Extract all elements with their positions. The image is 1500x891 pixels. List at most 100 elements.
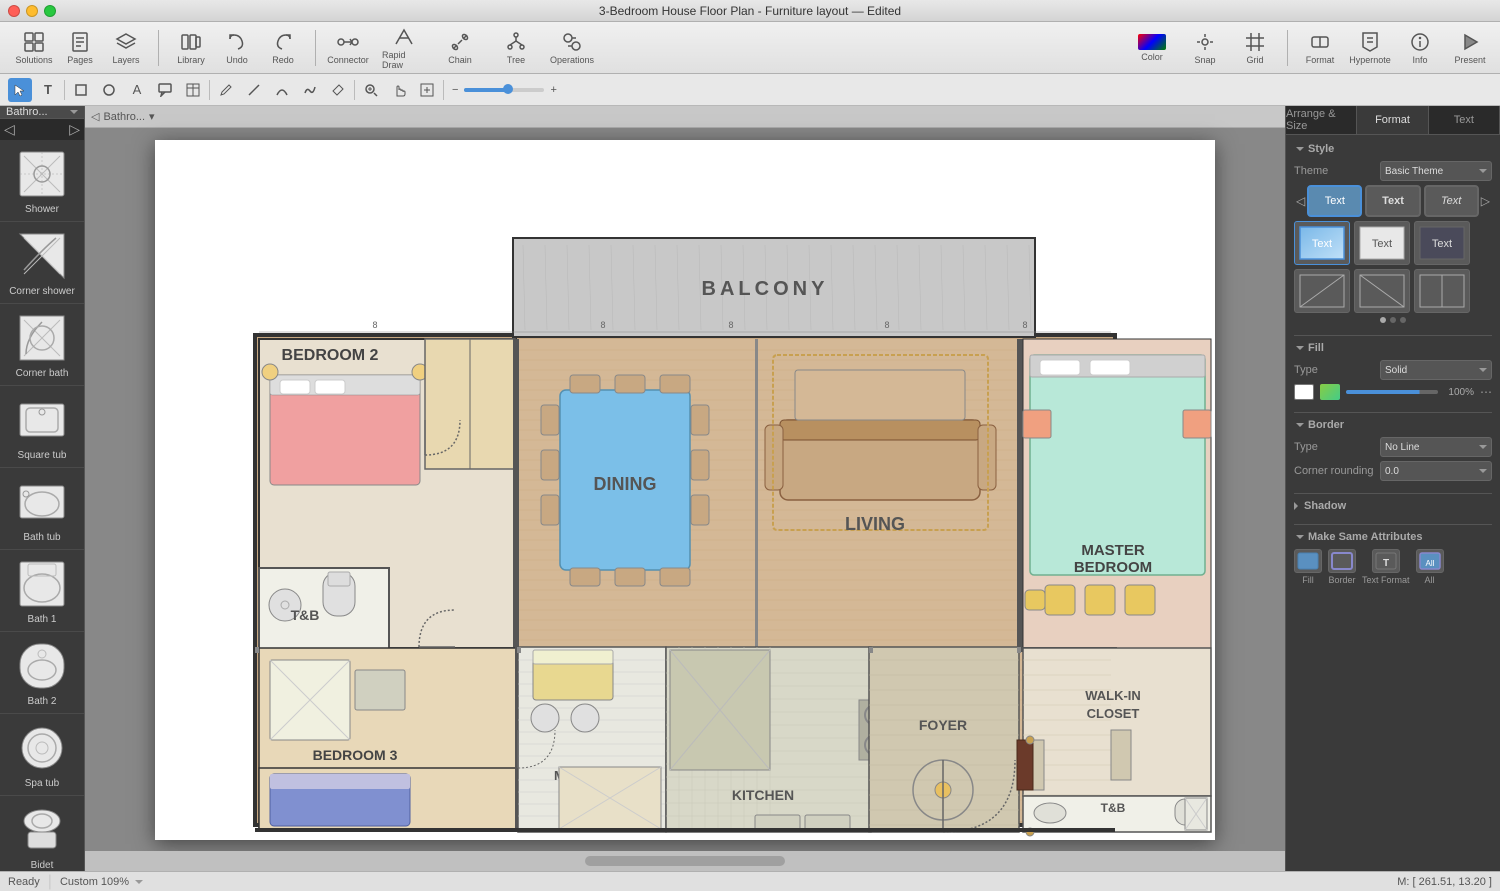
h-scrollbar[interactable] (85, 851, 1285, 871)
make-same-border-btn[interactable]: Border (1328, 549, 1356, 585)
style-btn-regular[interactable]: Text (1307, 185, 1362, 217)
sidebar-item-spa-tub[interactable]: Spa tub (0, 714, 84, 796)
make-same-all-btn[interactable]: All All (1416, 549, 1444, 585)
fill-expand-icon[interactable]: ⋯ (1480, 385, 1492, 399)
h-scroll-thumb[interactable] (585, 856, 785, 866)
make-same-fill-btn[interactable]: Fill (1294, 549, 1322, 585)
sidebar-prev-icon[interactable]: ◁ (4, 121, 15, 138)
svg-text:8: 8 (372, 320, 377, 330)
grid-label: Grid (1246, 55, 1263, 65)
thumb-btn-4[interactable] (1294, 269, 1350, 313)
fill-color-swatch[interactable] (1294, 384, 1314, 400)
tool-arc[interactable] (270, 78, 294, 102)
undo-btn[interactable]: Undo (215, 26, 259, 70)
tool-hand[interactable] (387, 78, 411, 102)
tab-format[interactable]: Format (1357, 106, 1428, 134)
thumb-btn-1[interactable]: Text (1294, 221, 1350, 265)
zoom-selector[interactable]: Custom 109% (60, 876, 143, 888)
solutions-btn[interactable]: Solutions (12, 26, 56, 70)
border-type-select[interactable]: No Line (1380, 437, 1492, 457)
zoom-controls: − + (452, 84, 557, 96)
sidebar-item-shower[interactable]: Shower (0, 140, 84, 222)
thumb-btn-2[interactable]: Text (1354, 221, 1410, 265)
make-same-header: Make Same Attributes (1294, 531, 1492, 543)
operations-btn[interactable]: Operations (550, 26, 594, 70)
sidebar-item-corner-bath[interactable]: Corner bath (0, 304, 84, 386)
maximize-btn[interactable] (44, 5, 56, 17)
redo-btn[interactable]: Redo (261, 26, 305, 70)
tree-btn[interactable]: Tree (494, 26, 538, 70)
tree-label: Tree (507, 55, 525, 65)
connector-btn[interactable]: Connector (326, 26, 370, 70)
zoom-plus[interactable]: + (550, 84, 556, 96)
style-next-icon[interactable]: ▷ (1479, 194, 1492, 208)
style-btn-italic[interactable]: Text (1424, 185, 1479, 217)
snap-btn[interactable]: Snap (1183, 26, 1227, 70)
tool-text[interactable]: T (36, 78, 60, 102)
tool-eraser[interactable] (326, 78, 350, 102)
window-controls[interactable] (8, 5, 56, 17)
tool-text2[interactable]: A (125, 78, 149, 102)
tool-pen[interactable] (214, 78, 238, 102)
sidebar-header[interactable]: Bathro... (0, 106, 84, 119)
zoom-thumb[interactable] (503, 84, 513, 94)
solutions-label: Solutions (15, 55, 52, 65)
make-same-buttons: Fill Border (1294, 549, 1492, 585)
canvas-viewport[interactable]: BALCONY BEDROOM 2 (85, 128, 1285, 851)
tool-freehand[interactable] (298, 78, 322, 102)
tab-arrange-size[interactable]: Arrange & Size (1286, 106, 1357, 134)
thumb-btn-6[interactable] (1414, 269, 1470, 313)
fill-type-select[interactable]: Solid (1380, 360, 1492, 380)
thumb-btn-5[interactable] (1354, 269, 1410, 313)
sidebar-next-icon[interactable]: ▷ (69, 121, 80, 138)
style-dots (1294, 317, 1492, 323)
make-same-all-label: All (1425, 575, 1435, 585)
layers-btn[interactable]: Layers (104, 26, 148, 70)
info-btn[interactable]: Info (1398, 26, 1442, 70)
fill-gradient-swatch[interactable] (1320, 384, 1340, 400)
rapid-draw-btn[interactable]: Rapid Draw (382, 26, 426, 70)
thumb-btn-3[interactable]: Text (1414, 221, 1470, 265)
tool-ellipse[interactable] (97, 78, 121, 102)
fill-opacity-slider[interactable] (1346, 390, 1438, 394)
zoom-minus[interactable]: − (452, 84, 458, 96)
dot-1 (1380, 317, 1386, 323)
sidebar-item-bidet[interactable]: Bidet (0, 796, 84, 871)
sidebar-item-corner-shower[interactable]: Corner shower (0, 222, 84, 304)
bath1-label: Bath 1 (28, 614, 57, 625)
tool-callout[interactable] (153, 78, 177, 102)
nav-back-icon[interactable]: ◁ (91, 110, 99, 123)
tool-zoom-plus[interactable] (359, 78, 383, 102)
minimize-btn[interactable] (26, 5, 38, 17)
format-label: Format (1306, 55, 1335, 65)
library-btn[interactable]: Library (169, 26, 213, 70)
sidebar-item-bath2[interactable]: Bath 2 (0, 632, 84, 714)
fill-slider-track[interactable] (1346, 390, 1438, 394)
tab-text[interactable]: Text (1429, 106, 1500, 134)
zoom-slider[interactable] (464, 88, 544, 92)
close-btn[interactable] (8, 5, 20, 17)
grid-btn[interactable]: Grid (1233, 26, 1277, 70)
color-btn[interactable]: Color (1127, 26, 1177, 70)
tool-table[interactable] (181, 78, 205, 102)
style-collapse-icon (1296, 147, 1304, 151)
nav-dropdown-icon[interactable]: ▾ (149, 110, 155, 123)
theme-select[interactable]: Basic Theme (1380, 161, 1492, 181)
sidebar-item-bath-tub[interactable]: Bath tub (0, 468, 84, 550)
tool-zoom-fit[interactable] (415, 78, 439, 102)
sidebar-item-bath1[interactable]: Bath 1 (0, 550, 84, 632)
chain-btn[interactable]: Chain (438, 26, 482, 70)
format-btn[interactable]: Format (1298, 26, 1342, 70)
sidebar-item-square-tub[interactable]: Square tub (0, 386, 84, 468)
tool-select[interactable] (8, 78, 32, 102)
style-btn-bold[interactable]: Text (1365, 185, 1420, 217)
tool-line[interactable] (242, 78, 266, 102)
style-prev-icon[interactable]: ◁ (1294, 194, 1307, 208)
canvas-area[interactable]: ◁ Bathro... ▾ (85, 106, 1285, 871)
make-same-text-btn[interactable]: T Text Format (1362, 549, 1410, 585)
corner-value-input[interactable]: 0.0 (1380, 461, 1492, 481)
tool-rect[interactable] (69, 78, 93, 102)
hypernote-btn[interactable]: Hypernote (1348, 26, 1392, 70)
present-btn[interactable]: Present (1448, 26, 1492, 70)
pages-btn[interactable]: Pages (58, 26, 102, 70)
